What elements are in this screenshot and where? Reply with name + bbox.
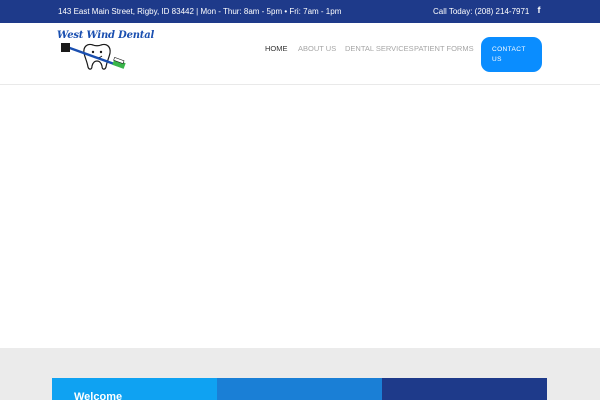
- contact-us-label-line1: CONTACT: [492, 46, 526, 53]
- top-info-bar: 143 East Main Street, Rigby, ID 83442 | …: [0, 0, 600, 23]
- facebook-icon[interactable]: f: [535, 5, 543, 17]
- site-header: West Wind Dental HOME ABOUT US DENTAL SE…: [0, 23, 600, 85]
- contact-us-button[interactable]: CONTACT US: [481, 37, 542, 72]
- feature-card-2[interactable]: [217, 378, 382, 400]
- tooth-toothbrush-icon: [61, 43, 126, 70]
- nav-dental-services[interactable]: DENTAL SERVICES: [345, 44, 414, 53]
- hero-slider-area: [0, 86, 600, 348]
- feature-card-3[interactable]: [382, 378, 547, 400]
- nav-home[interactable]: HOME: [265, 44, 288, 53]
- phone-link[interactable]: Call Today: (208) 214-7971: [433, 7, 529, 16]
- feature-card-welcome[interactable]: Welcome: [52, 378, 217, 400]
- site-logo[interactable]: West Wind Dental: [57, 29, 154, 73]
- address-hours-text: 143 East Main Street, Rigby, ID 83442 | …: [58, 7, 342, 16]
- nav-about-us[interactable]: ABOUT US: [298, 44, 336, 53]
- nav-patient-forms[interactable]: PATIENT FORMS: [414, 44, 474, 53]
- feature-card-title: Welcome: [74, 391, 123, 400]
- contact-us-label-line2: US: [492, 56, 502, 63]
